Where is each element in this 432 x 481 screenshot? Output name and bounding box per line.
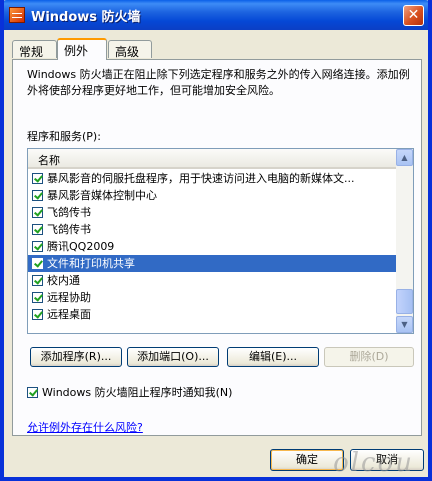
edit-button[interactable]: 编辑(E)... <box>227 347 319 367</box>
item-label: 文件和打印机共享 <box>47 257 135 270</box>
description-text: Windows 防火墙正在阻止除下列选定程序和服务之外的传入网络连接。添加例外将… <box>27 68 410 97</box>
list-item[interactable]: 校内通 <box>28 272 397 289</box>
delete-button[interactable]: 删除(D) <box>324 347 414 367</box>
scroll-up-button[interactable]: ▲ <box>396 149 413 166</box>
add-port-button[interactable]: 添加端口(O)... <box>127 347 219 367</box>
item-label: 暴风影音媒体控制中心 <box>47 189 157 202</box>
column-header-name[interactable]: 名称 <box>28 149 397 169</box>
scroll-down-button[interactable]: ▼ <box>396 316 413 333</box>
list-item[interactable]: 腾讯QQ2009 <box>28 238 397 255</box>
exceptions-panel: Windows 防火墙正在阻止除下列选定程序和服务之外的传入网络连接。添加例外将… <box>12 59 422 436</box>
list-rows: 暴风影音的伺服托盘程序，用于快速访问进入电脑的新媒体文... 暴风影音媒体控制中心… <box>28 170 397 323</box>
tab-exceptions[interactable]: 例外 <box>57 38 107 60</box>
item-label: 飞鸽传书 <box>47 206 91 219</box>
firewall-icon <box>9 7 25 23</box>
item-label: 远程桌面 <box>47 308 91 321</box>
list-item[interactable]: 远程桌面 <box>28 306 397 323</box>
list-item[interactable]: 远程协助 <box>28 289 397 306</box>
tab-general[interactable]: 常规 <box>12 40 57 59</box>
list-item[interactable]: 暴风影音媒体控制中心 <box>28 187 397 204</box>
item-label: 飞鸽传书 <box>47 223 91 236</box>
item-checkbox[interactable] <box>32 224 43 235</box>
programs-list[interactable]: 名称 暴风影音的伺服托盘程序，用于快速访问进入电脑的新媒体文... 暴风影音媒体控… <box>27 148 414 334</box>
item-label: 校内通 <box>47 274 80 287</box>
window-title: Windows 防火墙 <box>31 10 141 25</box>
item-checkbox[interactable] <box>32 241 43 252</box>
list-item[interactable]: 暴风影音的伺服托盘程序，用于快速访问进入电脑的新媒体文... <box>28 170 397 187</box>
vertical-scrollbar[interactable]: ▲ ▼ <box>396 149 413 333</box>
list-item[interactable]: 飞鸽传书 <box>28 221 397 238</box>
tab-advanced[interactable]: 高级 <box>108 40 152 59</box>
scroll-thumb[interactable] <box>396 289 413 314</box>
column-header-label: 名称 <box>38 154 60 167</box>
risk-help-link[interactable]: 允许例外存在什么风险? <box>27 419 143 435</box>
item-checkbox[interactable] <box>32 258 43 269</box>
item-checkbox[interactable] <box>32 207 43 218</box>
item-checkbox[interactable] <box>32 292 43 303</box>
item-label: 暴风影音的伺服托盘程序，用于快速访问进入电脑的新媒体文... <box>47 172 355 185</box>
close-button[interactable]: ✕ <box>403 5 424 26</box>
add-program-button[interactable]: 添加程序(R)... <box>30 347 122 367</box>
item-checkbox[interactable] <box>32 275 43 286</box>
notify-checkbox[interactable] <box>27 387 38 398</box>
item-checkbox[interactable] <box>32 309 43 320</box>
item-label: 远程协助 <box>47 291 91 304</box>
programs-label: 程序和服务(P): <box>27 130 101 143</box>
firewall-window: Windows 防火墙 ✕ 常规 例外 高级 Windows 防火墙正在阻止除下… <box>0 0 432 481</box>
list-item[interactable]: 飞鸽传书 <box>28 204 397 221</box>
list-item[interactable]: 文件和打印机共享 <box>28 255 397 272</box>
notify-option[interactable]: Windows 防火墙阻止程序时通知我(N) <box>27 384 232 400</box>
watermark-logo: olcou <box>333 448 414 478</box>
item-checkbox[interactable] <box>32 190 43 201</box>
item-label: 腾讯QQ2009 <box>47 240 115 253</box>
notify-label: Windows 防火墙阻止程序时通知我(N) <box>42 386 233 399</box>
title-bar[interactable]: Windows 防火墙 ✕ <box>4 0 428 30</box>
item-checkbox[interactable] <box>32 173 43 184</box>
